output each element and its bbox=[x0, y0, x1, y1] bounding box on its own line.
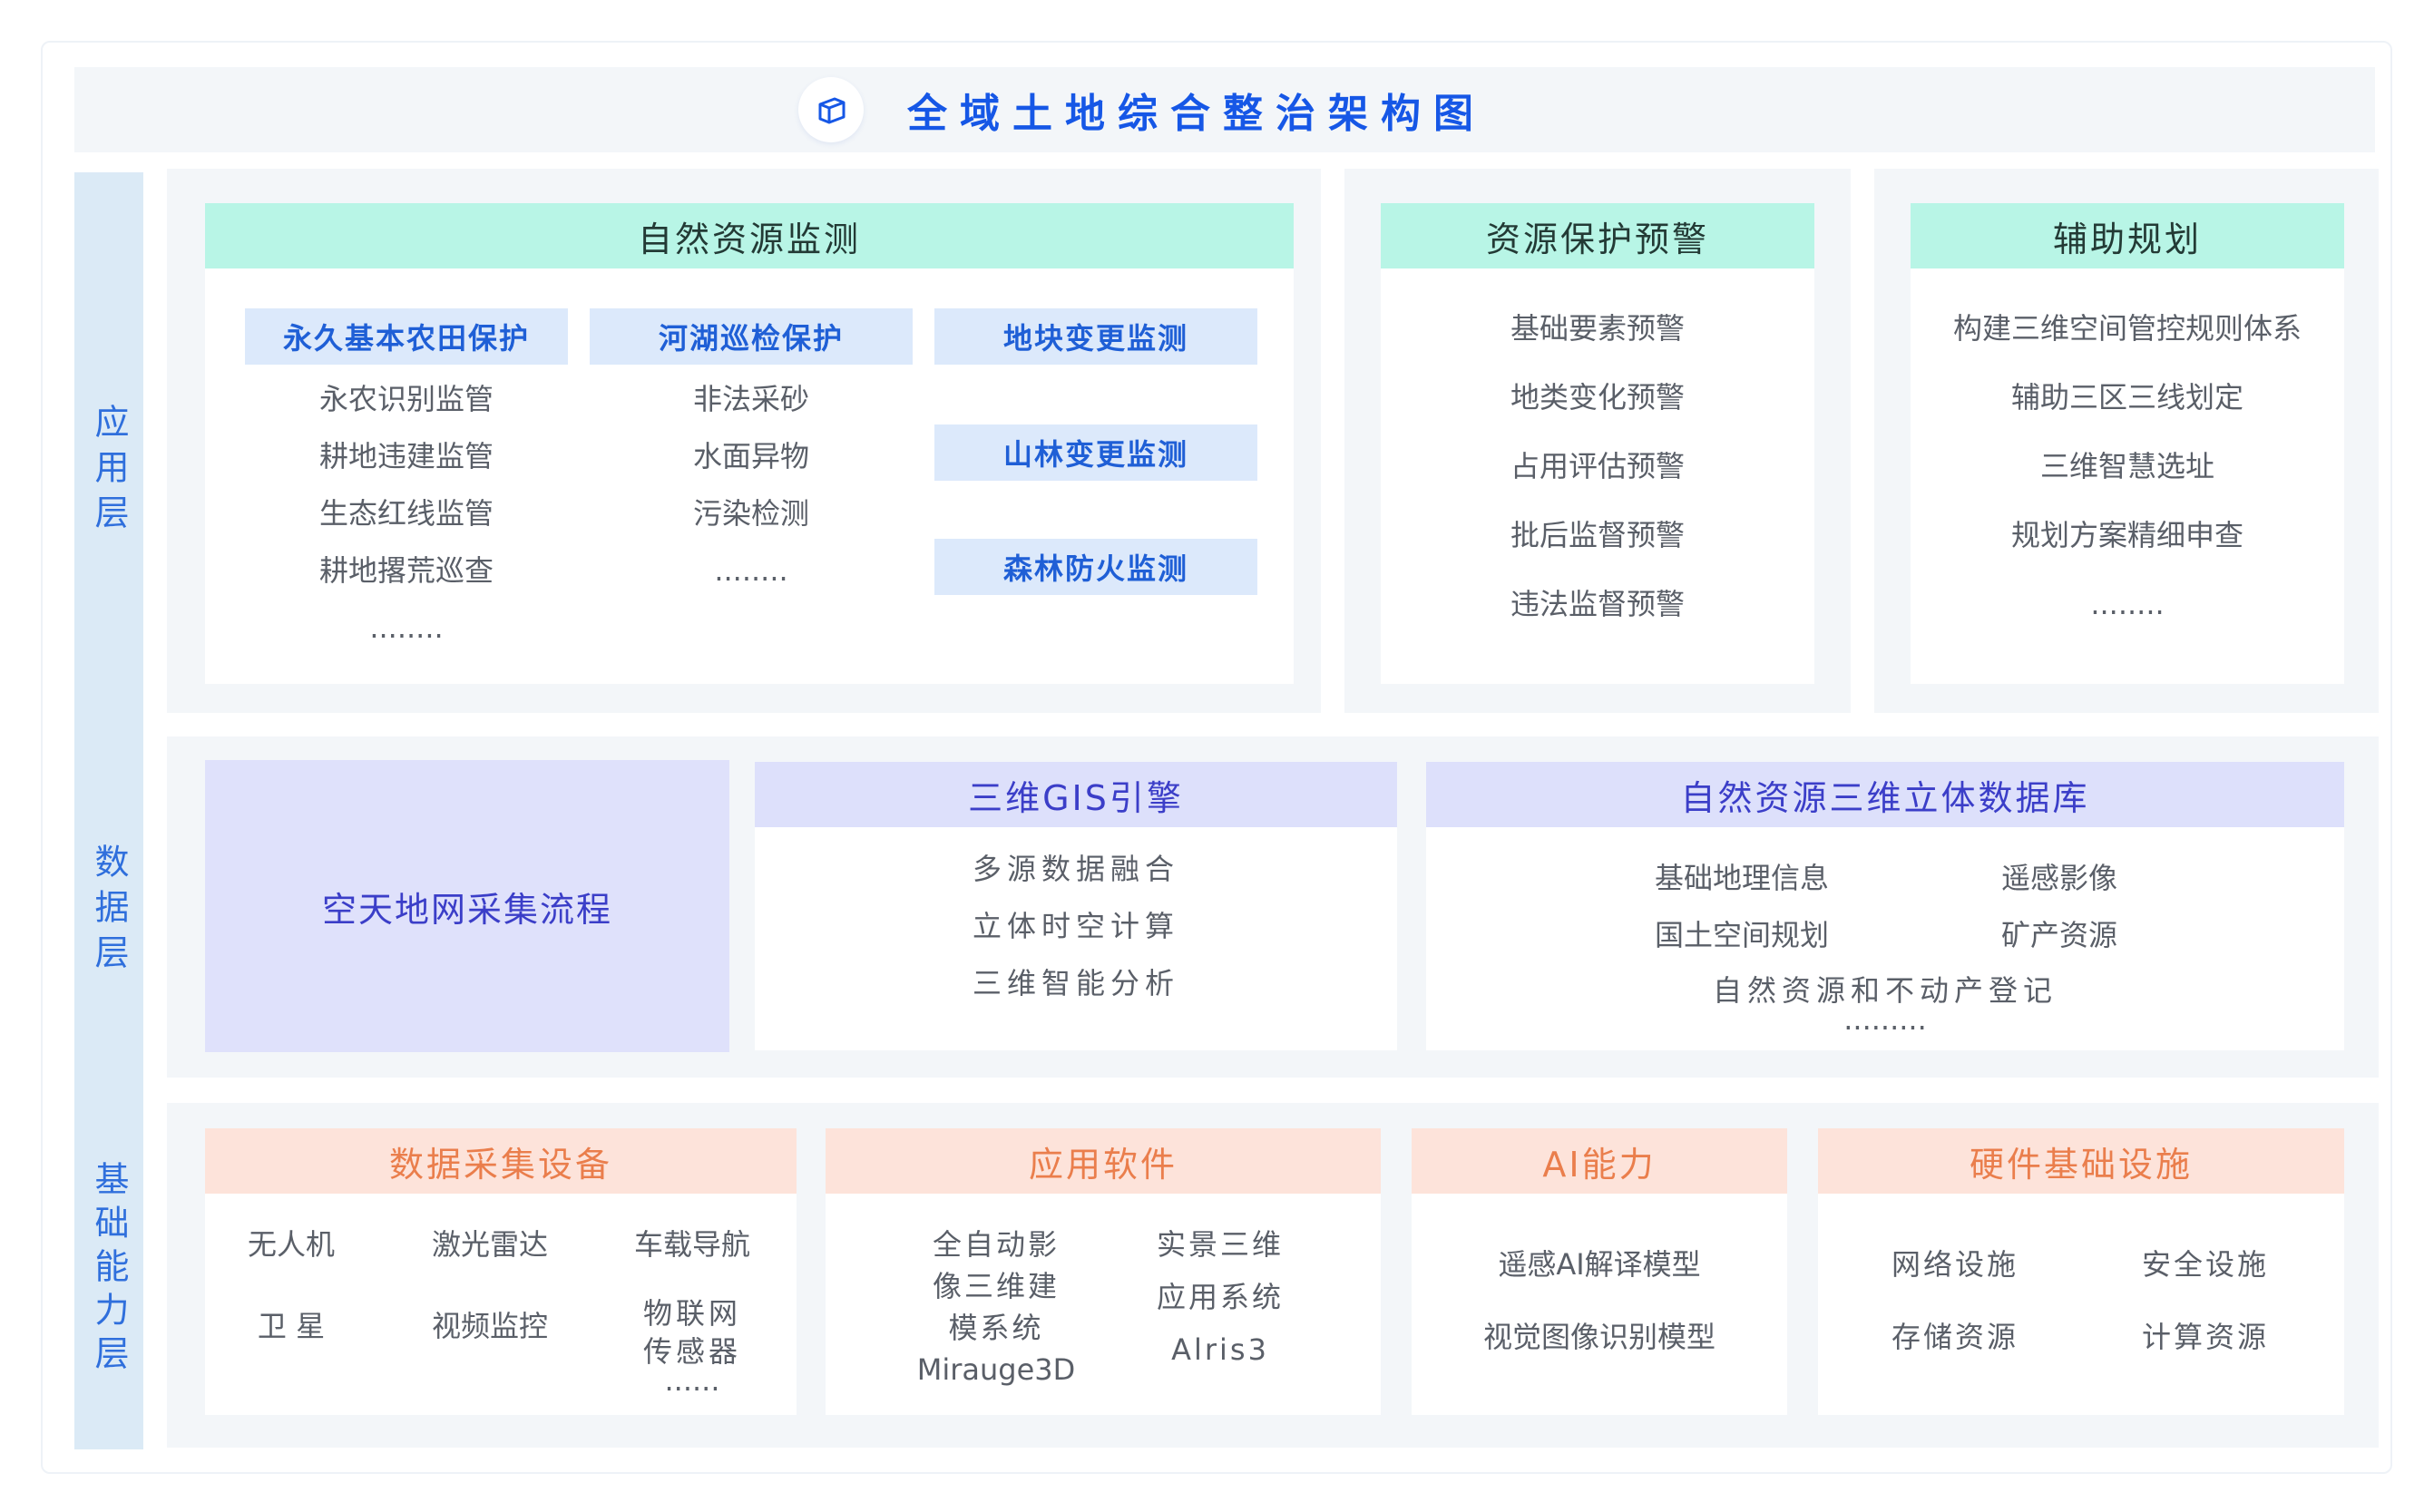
list-item: 违法监督预警 bbox=[1510, 587, 1685, 621]
list-item: 批后监督预警 bbox=[1510, 518, 1685, 552]
list-item-more: ........ bbox=[714, 553, 788, 588]
list-item: 永农识别监管 bbox=[318, 382, 494, 416]
software-column-left: 全自动影 像三维建 模系统 Mirauge3D bbox=[880, 1226, 1112, 1393]
list-item: 构建三维空间管控规则体系 bbox=[1952, 311, 2302, 346]
layer-label-application: 应用层 bbox=[74, 399, 143, 544]
cube-icon bbox=[818, 97, 846, 124]
header-collection-devices: 数据采集设备 bbox=[205, 1128, 797, 1194]
list-item: 视频监控 bbox=[431, 1309, 548, 1343]
layer-label-data-text: 数据层 bbox=[89, 844, 129, 980]
subheader-river-inspection: 河湖巡检保护 bbox=[590, 308, 913, 365]
list-item: 应用系统 bbox=[1156, 1280, 1284, 1314]
list-item: 存储资源 bbox=[1891, 1320, 2019, 1354]
list-item-more: ........ bbox=[2090, 587, 2165, 621]
list-item: 全自动影 bbox=[932, 1227, 1060, 1262]
list-item: 基础要素预警 bbox=[1510, 311, 1685, 346]
list-item: 无人机 bbox=[247, 1227, 335, 1262]
list-farmland: 永农识别监管 耕地违建监管 生态红线监管 耕地撂荒巡查 ........ bbox=[245, 381, 568, 667]
list-item: 遥感影像 bbox=[2000, 861, 2117, 895]
list-item: 车载导航 bbox=[633, 1227, 750, 1262]
list-protection-warning: 基础要素预警 地类变化预警 占用评估预警 批后监督预警 违法监督预警 bbox=[1381, 310, 1814, 655]
header-hardware: 硬件基础设施 bbox=[1818, 1128, 2344, 1194]
subheader-parcel-change: 地块变更监测 bbox=[934, 308, 1257, 365]
list-item: 像三维建 bbox=[932, 1269, 1060, 1303]
list-item: 多源数据融合 bbox=[972, 852, 1179, 886]
list-item-more: ......... bbox=[1843, 1002, 1927, 1037]
list-item: 三维智慧选址 bbox=[2039, 449, 2214, 483]
list-item: 国土空间规划 bbox=[1654, 918, 1829, 952]
list-item: 水面异物 bbox=[692, 439, 809, 473]
list-item: 矿产资源 bbox=[2000, 918, 2117, 952]
list-item: 物联网 bbox=[642, 1296, 741, 1331]
list-item: 计算资源 bbox=[2141, 1320, 2269, 1354]
header-ai: AI能力 bbox=[1412, 1128, 1787, 1194]
layer-label-foundation: 基础能力层 bbox=[74, 1152, 143, 1388]
layer-label-foundation-text: 基础能力层 bbox=[89, 1161, 129, 1379]
layer-label-data: 数据层 bbox=[74, 839, 143, 984]
subheader-mountain-change: 山林变更监测 bbox=[934, 424, 1257, 481]
list-item: 视觉图像识别模型 bbox=[1482, 1320, 1716, 1354]
list-item: 网络设施 bbox=[1891, 1247, 2019, 1282]
list-item: 生态红线监管 bbox=[318, 496, 494, 531]
list-item: 地类变化预警 bbox=[1510, 380, 1685, 415]
subheader-forest-fire: 森林防火监测 bbox=[934, 539, 1257, 595]
header-software: 应用软件 bbox=[826, 1128, 1381, 1194]
list-item: 卫 星 bbox=[257, 1309, 326, 1343]
list-item: 耕地撂荒巡查 bbox=[318, 553, 494, 588]
list-item: 立体时空计算 bbox=[972, 909, 1179, 943]
subheader-farmland-protection: 永久基本农田保护 bbox=[245, 308, 568, 365]
list-item: 占用评估预警 bbox=[1510, 449, 1685, 483]
header-database: 自然资源三维立体数据库 bbox=[1426, 762, 2344, 827]
box-collection-flow: 空天地网采集流程 bbox=[205, 760, 729, 1052]
header-natural-resource-monitoring: 自然资源监测 bbox=[205, 203, 1294, 268]
list-item: 实景三维 bbox=[1156, 1227, 1284, 1262]
list-item: 模系统 bbox=[948, 1311, 1044, 1345]
list-river: 非法采砂 水面异物 污染检测 ........ bbox=[590, 381, 913, 610]
list-item: Alris3 bbox=[1171, 1332, 1269, 1367]
list-item: 遥感AI解译模型 bbox=[1498, 1247, 1701, 1282]
header-planning-aid: 辅助规划 bbox=[1911, 203, 2344, 268]
list-item: 污染检测 bbox=[692, 496, 809, 531]
layer-label-application-text: 应用层 bbox=[89, 404, 129, 540]
list-item-more: ........ bbox=[369, 610, 444, 645]
list-item: 三维智能分析 bbox=[972, 966, 1179, 1000]
page-title: 全域土地综合整治架构图 bbox=[907, 91, 1486, 137]
list-item: 安全设施 bbox=[2141, 1247, 2269, 1282]
title-icon-badge bbox=[798, 77, 864, 142]
list-item: 辅助三区三线划定 bbox=[2010, 380, 2243, 415]
software-column-right: 实景三维 应用系统 Alris3 bbox=[1116, 1226, 1325, 1384]
list-item: 基础地理信息 bbox=[1654, 861, 1829, 895]
list-item: 非法采砂 bbox=[692, 382, 809, 416]
header-protection-warning: 资源保护预警 bbox=[1381, 203, 1814, 268]
list-item: Mirauge3D bbox=[916, 1352, 1076, 1387]
list-item-more: ...... bbox=[664, 1363, 720, 1398]
list-item: 规划方案精细申查 bbox=[2010, 518, 2243, 552]
list-item: 激光雷达 bbox=[431, 1227, 548, 1262]
list-gis-engine: 多源数据融合 立体时空计算 三维智能分析 bbox=[755, 851, 1397, 1022]
list-item: 耕地违建监管 bbox=[318, 439, 494, 473]
header-gis-engine: 三维GIS引擎 bbox=[755, 762, 1397, 827]
list-planning-aid: 构建三维空间管控规则体系 辅助三区三线划定 三维智慧选址 规划方案精细申查 ..… bbox=[1911, 310, 2344, 655]
